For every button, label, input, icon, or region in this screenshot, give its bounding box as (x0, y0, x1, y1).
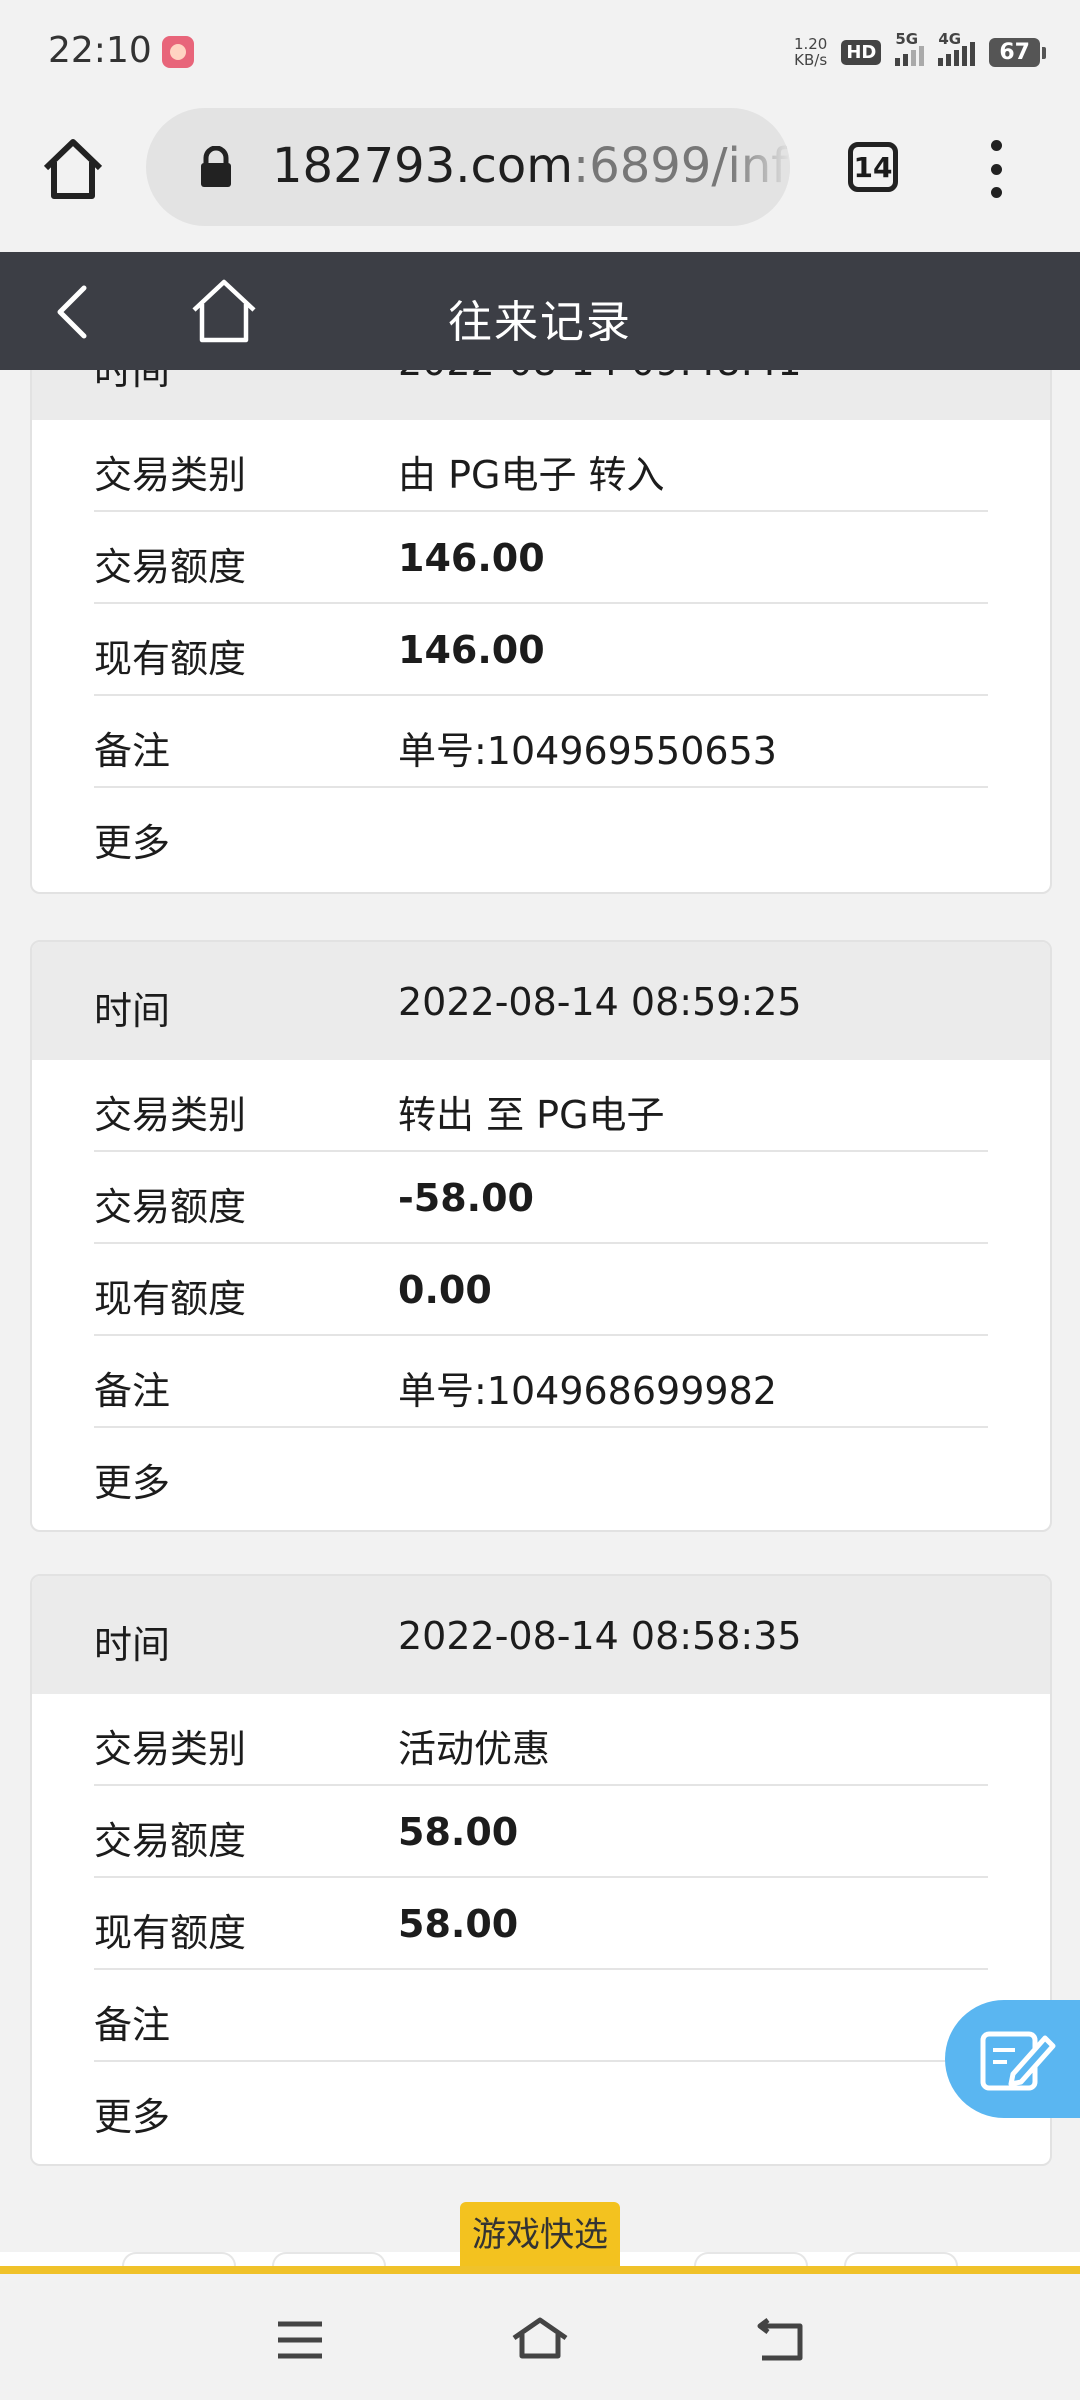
lock-icon (201, 146, 231, 187)
record-row-amount: 交易额度 -58.00 (94, 1152, 988, 1244)
record-row-balance: 现有额度 58.00 (94, 1878, 988, 1970)
time-value: 2022-08-14 09:48:41 (398, 370, 802, 384)
menu-icon[interactable] (276, 2320, 324, 2360)
network-speed-value: 1.20 (793, 35, 828, 53)
time-label: 时间 (94, 370, 171, 393)
row-value: 单号:104968699982 (398, 1369, 777, 1413)
row-label: 现有额度 (94, 637, 247, 681)
record-row-type: 交易类别 由 PG电子 转入 (94, 420, 988, 512)
record-row-balance: 现有额度 0.00 (94, 1244, 988, 1336)
row-value: -58.00 (398, 1176, 534, 1220)
browser-toolbar: 182793.com:6899/info 14 (0, 100, 1080, 252)
record-card: 时间 2022-08-14 08:59:25 交易类别 转出 至 PG电子 交易… (30, 940, 1052, 1532)
more-menu-icon[interactable] (978, 140, 1014, 198)
game-quick-select-tab[interactable]: 游戏快选 (460, 2202, 620, 2268)
more-label[interactable]: 更多 (94, 812, 170, 867)
signal-5g-icon: 5G (895, 30, 925, 66)
signal-4g-label: 4G (938, 30, 962, 48)
row-label: 交易额度 (94, 545, 247, 589)
row-label: 备注 (94, 2003, 171, 2047)
record-more[interactable]: 更多 (94, 2062, 988, 2152)
status-indicators: 1.20 KB/s HD 5G 4G 67 (794, 30, 1046, 68)
row-label: 交易类别 (94, 1093, 247, 1137)
row-value: 0.00 (398, 1268, 492, 1312)
row-value: 58.00 (398, 1902, 519, 1946)
network-speed: 1.20 KB/s (794, 36, 827, 68)
record-row-note: 备注 单号:104969550653 (94, 696, 988, 788)
records-list: 时间 2022-08-14 09:48:41 交易类别 由 PG电子 转入 交易… (0, 370, 1080, 2270)
row-label: 交易额度 (94, 1819, 247, 1863)
row-value: 活动优惠 (398, 1727, 551, 1771)
record-card: 时间 2022-08-14 09:48:41 交易类别 由 PG电子 转入 交易… (30, 370, 1052, 894)
hd-icon: HD (841, 39, 882, 65)
record-row-type: 交易类别 活动优惠 (94, 1694, 988, 1786)
row-value: 转出 至 PG电子 (398, 1093, 665, 1137)
record-card: 时间 2022-08-14 08:58:35 交易类别 活动优惠 交易额度 58… (30, 1574, 1052, 2166)
address-bar[interactable]: 182793.com:6899/info (146, 108, 790, 226)
page-title: 往来记录 (448, 297, 632, 348)
url-domain: 182793.com (272, 138, 574, 194)
row-label: 交易额度 (94, 1185, 247, 1229)
battery-icon: 67 (989, 37, 1046, 67)
record-more[interactable]: 更多 (94, 1428, 988, 1518)
row-label: 交易类别 (94, 453, 247, 497)
home-icon[interactable] (510, 2316, 570, 2360)
status-bar: 22:10 1.20 KB/s HD 5G 4G 67 (0, 0, 1080, 100)
row-value: 单号:104969550653 (398, 729, 777, 773)
home-icon[interactable] (38, 134, 108, 204)
record-row-amount: 交易额度 58.00 (94, 1786, 988, 1878)
record-row-note: 备注 单号:104968699982 (94, 1336, 988, 1428)
record-card-header: 时间 2022-08-14 08:58:35 (32, 1576, 1050, 1694)
network-speed-unit: KB/s (794, 51, 828, 69)
record-row-note: 备注 (94, 1970, 988, 2062)
floating-edit-button[interactable] (945, 2000, 1080, 2118)
row-value: 58.00 (398, 1810, 519, 1854)
accent-divider (0, 2266, 1080, 2274)
edit-icon (980, 2031, 1056, 2091)
page-header: 往来记录 (0, 252, 1080, 370)
more-label[interactable]: 更多 (94, 1452, 170, 1507)
notification-app-icon (162, 36, 194, 68)
time-label: 时间 (94, 1623, 171, 1667)
row-label: 备注 (94, 1369, 171, 1413)
row-label: 现有额度 (94, 1277, 247, 1321)
back-icon[interactable] (754, 2316, 806, 2362)
row-value: 由 PG电子 转入 (398, 453, 665, 497)
record-row-type: 交易类别 转出 至 PG电子 (94, 1060, 988, 1152)
time-value: 2022-08-14 08:58:35 (398, 1614, 802, 1658)
record-card-header: 时间 2022-08-14 09:48:41 (32, 370, 1050, 420)
row-value: 146.00 (398, 628, 545, 672)
record-row-amount: 交易额度 146.00 (94, 512, 988, 604)
status-time: 22:10 (48, 30, 152, 71)
row-label: 备注 (94, 729, 171, 773)
more-label[interactable]: 更多 (94, 2086, 170, 2141)
row-label: 现有额度 (94, 1911, 247, 1955)
record-card-header: 时间 2022-08-14 08:59:25 (32, 942, 1050, 1060)
time-label: 时间 (94, 989, 171, 1033)
signal-5g-label: 5G (895, 30, 919, 48)
record-row-balance: 现有额度 146.00 (94, 604, 988, 696)
signal-4g-icon: 4G (938, 30, 976, 66)
row-value: 146.00 (398, 536, 545, 580)
system-nav-bar (0, 2274, 1080, 2400)
record-more[interactable]: 更多 (94, 788, 988, 878)
url-text: 182793.com:6899/info (272, 138, 790, 194)
time-value: 2022-08-14 08:59:25 (398, 980, 802, 1024)
url-fade (730, 108, 790, 226)
tab-switcher-button[interactable]: 14 (848, 142, 898, 192)
row-label: 交易类别 (94, 1727, 247, 1771)
